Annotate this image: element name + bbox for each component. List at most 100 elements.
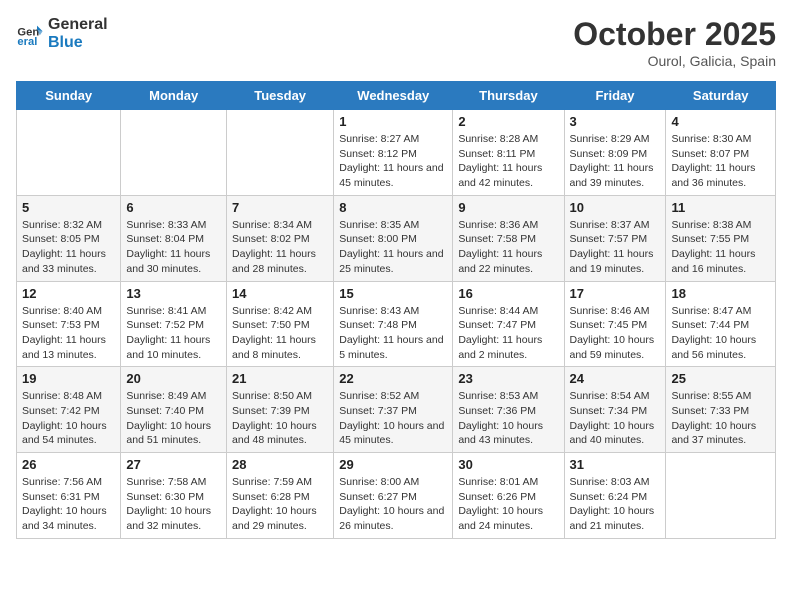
calendar-cell: 21 Sunrise: 8:50 AMSunset: 7:39 PMDaylig… — [227, 367, 334, 453]
day-info: Sunrise: 8:47 AMSunset: 7:44 PMDaylight:… — [671, 304, 770, 363]
calendar-cell: 17 Sunrise: 8:46 AMSunset: 7:45 PMDaylig… — [564, 281, 666, 367]
calendar-cell: 31 Sunrise: 8:03 AMSunset: 6:24 PMDaylig… — [564, 453, 666, 539]
day-number: 12 — [22, 286, 115, 301]
logo-icon: Gen eral — [16, 20, 44, 48]
calendar-cell: 26 Sunrise: 7:56 AMSunset: 6:31 PMDaylig… — [17, 453, 121, 539]
calendar-cell: 7 Sunrise: 8:34 AMSunset: 8:02 PMDayligh… — [227, 195, 334, 281]
day-number: 20 — [126, 371, 221, 386]
calendar-cell: 4 Sunrise: 8:30 AMSunset: 8:07 PMDayligh… — [666, 110, 776, 196]
day-number: 29 — [339, 457, 447, 472]
calendar-cell: 24 Sunrise: 8:54 AMSunset: 7:34 PMDaylig… — [564, 367, 666, 453]
month-title: October 2025 — [573, 16, 776, 53]
day-info: Sunrise: 8:30 AMSunset: 8:07 PMDaylight:… — [671, 132, 770, 191]
day-number: 28 — [232, 457, 328, 472]
calendar-cell — [17, 110, 121, 196]
calendar-cell: 18 Sunrise: 8:47 AMSunset: 7:44 PMDaylig… — [666, 281, 776, 367]
day-number: 3 — [570, 114, 661, 129]
day-number: 19 — [22, 371, 115, 386]
day-info: Sunrise: 8:37 AMSunset: 7:57 PMDaylight:… — [570, 218, 661, 277]
day-info: Sunrise: 7:58 AMSunset: 6:30 PMDaylight:… — [126, 475, 221, 534]
logo: Gen eral General Blue — [16, 16, 108, 51]
day-number: 4 — [671, 114, 770, 129]
calendar-cell: 1 Sunrise: 8:27 AMSunset: 8:12 PMDayligh… — [334, 110, 453, 196]
day-number: 7 — [232, 200, 328, 215]
day-info: Sunrise: 8:54 AMSunset: 7:34 PMDaylight:… — [570, 389, 661, 448]
location: Ourol, Galicia, Spain — [573, 53, 776, 69]
calendar-cell — [121, 110, 227, 196]
calendar-cell: 14 Sunrise: 8:42 AMSunset: 7:50 PMDaylig… — [227, 281, 334, 367]
calendar-cell: 30 Sunrise: 8:01 AMSunset: 6:26 PMDaylig… — [453, 453, 564, 539]
weekday-header: Friday — [564, 82, 666, 110]
weekday-header: Tuesday — [227, 82, 334, 110]
day-info: Sunrise: 8:35 AMSunset: 8:00 PMDaylight:… — [339, 218, 447, 277]
day-info: Sunrise: 8:32 AMSunset: 8:05 PMDaylight:… — [22, 218, 115, 277]
svg-text:eral: eral — [17, 36, 37, 48]
logo-line1: General — [48, 16, 108, 34]
day-info: Sunrise: 8:50 AMSunset: 7:39 PMDaylight:… — [232, 389, 328, 448]
day-info: Sunrise: 8:43 AMSunset: 7:48 PMDaylight:… — [339, 304, 447, 363]
day-number: 22 — [339, 371, 447, 386]
calendar-cell: 22 Sunrise: 8:52 AMSunset: 7:37 PMDaylig… — [334, 367, 453, 453]
day-number: 27 — [126, 457, 221, 472]
day-number: 11 — [671, 200, 770, 215]
day-number: 18 — [671, 286, 770, 301]
calendar-cell: 25 Sunrise: 8:55 AMSunset: 7:33 PMDaylig… — [666, 367, 776, 453]
calendar-cell: 15 Sunrise: 8:43 AMSunset: 7:48 PMDaylig… — [334, 281, 453, 367]
calendar-cell: 9 Sunrise: 8:36 AMSunset: 7:58 PMDayligh… — [453, 195, 564, 281]
day-info: Sunrise: 8:49 AMSunset: 7:40 PMDaylight:… — [126, 389, 221, 448]
day-number: 17 — [570, 286, 661, 301]
weekday-header: Wednesday — [334, 82, 453, 110]
calendar-table: SundayMondayTuesdayWednesdayThursdayFrid… — [16, 81, 776, 539]
calendar-cell: 8 Sunrise: 8:35 AMSunset: 8:00 PMDayligh… — [334, 195, 453, 281]
day-info: Sunrise: 8:00 AMSunset: 6:27 PMDaylight:… — [339, 475, 447, 534]
day-number: 30 — [458, 457, 558, 472]
logo-line2: Blue — [48, 34, 108, 52]
day-number: 21 — [232, 371, 328, 386]
day-info: Sunrise: 7:59 AMSunset: 6:28 PMDaylight:… — [232, 475, 328, 534]
calendar-cell: 16 Sunrise: 8:44 AMSunset: 7:47 PMDaylig… — [453, 281, 564, 367]
day-info: Sunrise: 7:56 AMSunset: 6:31 PMDaylight:… — [22, 475, 115, 534]
day-number: 15 — [339, 286, 447, 301]
calendar-cell: 6 Sunrise: 8:33 AMSunset: 8:04 PMDayligh… — [121, 195, 227, 281]
day-info: Sunrise: 8:33 AMSunset: 8:04 PMDaylight:… — [126, 218, 221, 277]
day-number: 24 — [570, 371, 661, 386]
calendar-cell: 13 Sunrise: 8:41 AMSunset: 7:52 PMDaylig… — [121, 281, 227, 367]
weekday-header: Saturday — [666, 82, 776, 110]
day-number: 16 — [458, 286, 558, 301]
calendar-cell: 2 Sunrise: 8:28 AMSunset: 8:11 PMDayligh… — [453, 110, 564, 196]
day-number: 5 — [22, 200, 115, 215]
day-info: Sunrise: 8:28 AMSunset: 8:11 PMDaylight:… — [458, 132, 558, 191]
day-info: Sunrise: 8:01 AMSunset: 6:26 PMDaylight:… — [458, 475, 558, 534]
day-number: 8 — [339, 200, 447, 215]
calendar-cell: 27 Sunrise: 7:58 AMSunset: 6:30 PMDaylig… — [121, 453, 227, 539]
day-info: Sunrise: 8:03 AMSunset: 6:24 PMDaylight:… — [570, 475, 661, 534]
day-number: 9 — [458, 200, 558, 215]
calendar-cell: 3 Sunrise: 8:29 AMSunset: 8:09 PMDayligh… — [564, 110, 666, 196]
calendar-cell: 28 Sunrise: 7:59 AMSunset: 6:28 PMDaylig… — [227, 453, 334, 539]
day-info: Sunrise: 8:34 AMSunset: 8:02 PMDaylight:… — [232, 218, 328, 277]
day-number: 6 — [126, 200, 221, 215]
calendar-cell: 20 Sunrise: 8:49 AMSunset: 7:40 PMDaylig… — [121, 367, 227, 453]
day-info: Sunrise: 8:55 AMSunset: 7:33 PMDaylight:… — [671, 389, 770, 448]
day-info: Sunrise: 8:41 AMSunset: 7:52 PMDaylight:… — [126, 304, 221, 363]
calendar-cell — [227, 110, 334, 196]
title-block: October 2025 Ourol, Galicia, Spain — [573, 16, 776, 69]
calendar-cell: 11 Sunrise: 8:38 AMSunset: 7:55 PMDaylig… — [666, 195, 776, 281]
day-number: 10 — [570, 200, 661, 215]
day-number: 23 — [458, 371, 558, 386]
day-info: Sunrise: 8:40 AMSunset: 7:53 PMDaylight:… — [22, 304, 115, 363]
day-number: 25 — [671, 371, 770, 386]
day-number: 1 — [339, 114, 447, 129]
day-info: Sunrise: 8:42 AMSunset: 7:50 PMDaylight:… — [232, 304, 328, 363]
day-number: 31 — [570, 457, 661, 472]
calendar-header: SundayMondayTuesdayWednesdayThursdayFrid… — [17, 82, 776, 110]
calendar-cell: 23 Sunrise: 8:53 AMSunset: 7:36 PMDaylig… — [453, 367, 564, 453]
day-info: Sunrise: 8:52 AMSunset: 7:37 PMDaylight:… — [339, 389, 447, 448]
day-info: Sunrise: 8:38 AMSunset: 7:55 PMDaylight:… — [671, 218, 770, 277]
calendar-cell: 5 Sunrise: 8:32 AMSunset: 8:05 PMDayligh… — [17, 195, 121, 281]
calendar-cell: 10 Sunrise: 8:37 AMSunset: 7:57 PMDaylig… — [564, 195, 666, 281]
calendar-cell: 19 Sunrise: 8:48 AMSunset: 7:42 PMDaylig… — [17, 367, 121, 453]
day-info: Sunrise: 8:48 AMSunset: 7:42 PMDaylight:… — [22, 389, 115, 448]
day-info: Sunrise: 8:29 AMSunset: 8:09 PMDaylight:… — [570, 132, 661, 191]
calendar-cell: 29 Sunrise: 8:00 AMSunset: 6:27 PMDaylig… — [334, 453, 453, 539]
